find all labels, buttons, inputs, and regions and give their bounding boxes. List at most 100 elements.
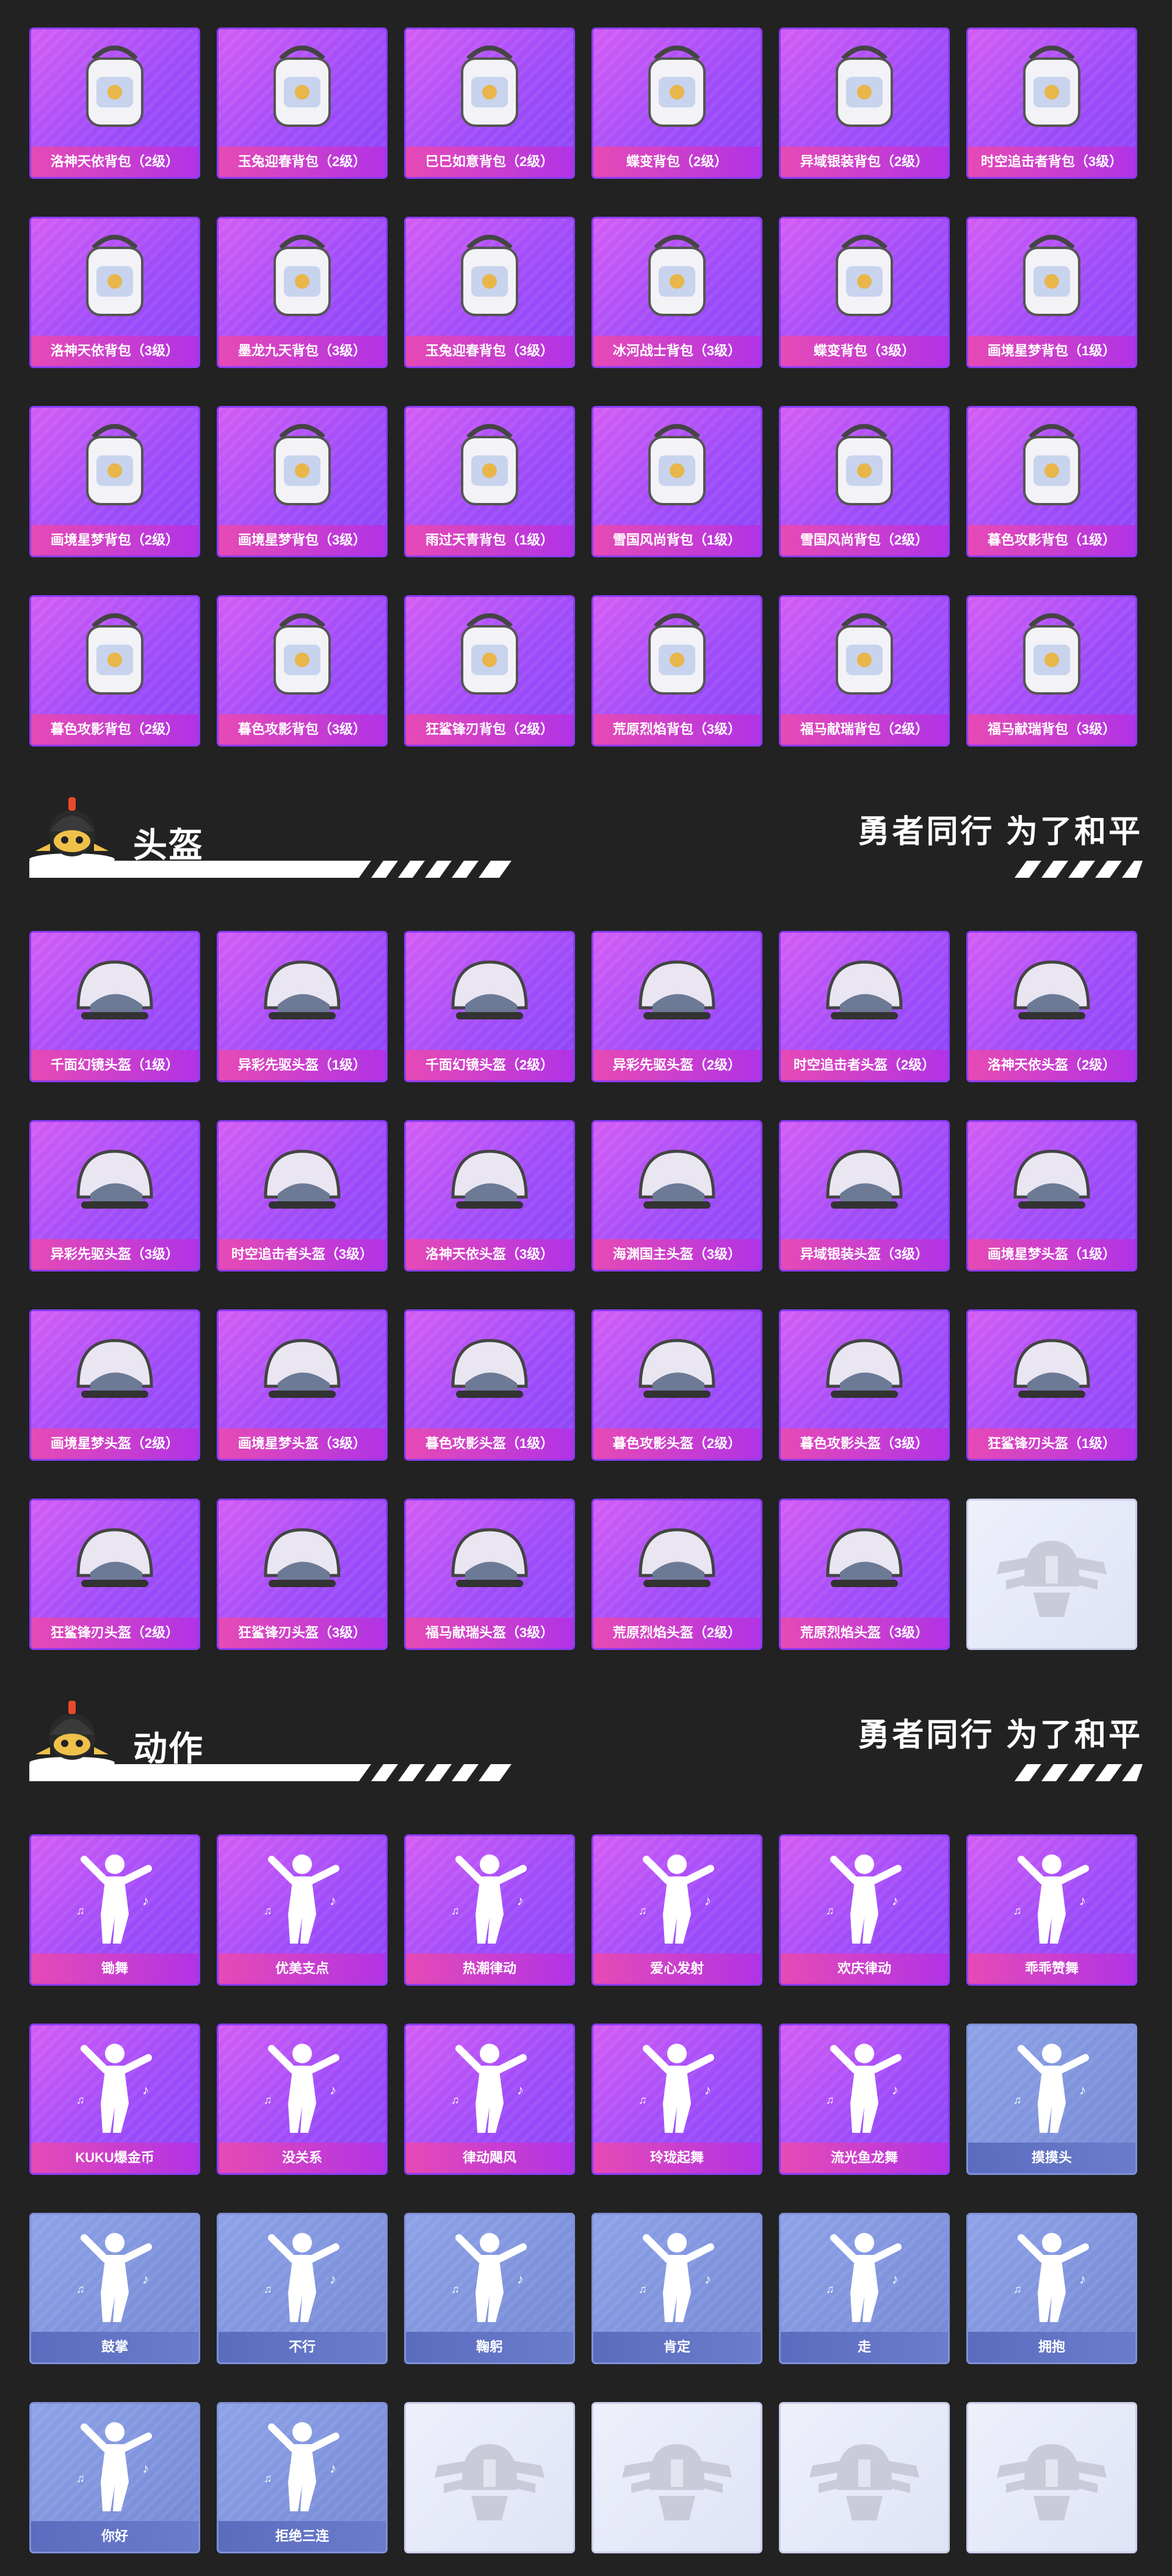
action-card[interactable]: ♪ ♫ 拥抱 [966, 2213, 1137, 2364]
helmet-card[interactable]: 狂鲨锋刃头盔（2级） [29, 1499, 200, 1650]
action-card[interactable]: ♪ ♫ 摸摸头 [966, 2024, 1137, 2175]
slogan-stripes [1015, 861, 1143, 878]
backpack-card[interactable]: 洛神天依背包（3级） [29, 217, 200, 368]
backpack-label: 福马献瑞背包（2级） [781, 714, 948, 745]
placeholder-card[interactable] [404, 2402, 575, 2553]
placeholder-card[interactable] [591, 2402, 762, 2553]
backpack-card[interactable]: 玉兔迎春背包（3级） [404, 217, 575, 368]
helmet-card[interactable]: 暮色攻影头盔（1级） [404, 1309, 575, 1461]
helmet-image [812, 1133, 916, 1231]
helmet-image [250, 1322, 354, 1420]
action-label: 爱心发射 [593, 1953, 761, 1984]
backpack-card[interactable]: 画境星梦背包（2级） [29, 406, 200, 557]
action-label: 走 [781, 2332, 948, 2362]
backpack-card[interactable]: 福马献瑞背包（2级） [779, 595, 950, 747]
backpack-label: 雪国风尚背包（1级） [593, 525, 761, 555]
action-card[interactable]: ♪ ♫ 乖乖赞舞 [966, 1834, 1137, 1986]
action-card[interactable]: ♪ ♫ 鞠躬 [404, 2213, 575, 2364]
placeholder-card[interactable] [779, 2402, 950, 2553]
helmet-card[interactable]: 时空追击者头盔（3级） [217, 1120, 388, 1272]
backpack-card[interactable]: 画境星梦背包（3级） [217, 406, 388, 557]
backpack-label: 暮色攻影背包（1级） [968, 525, 1135, 555]
backpack-card[interactable]: 雪国风尚背包（2级） [779, 406, 950, 557]
helmet-card[interactable]: 荒原烈焰头盔（2级） [591, 1499, 762, 1650]
helmet-card[interactable]: 画境星梦头盔（3级） [217, 1309, 388, 1461]
backpack-card[interactable]: 暮色攻影背包（1级） [966, 406, 1137, 557]
action-card[interactable]: ♪ ♫ 鼓掌 [29, 2213, 200, 2364]
helmet-image [63, 1511, 167, 1609]
helmet-card[interactable]: 异彩先驱头盔（1级） [217, 931, 388, 1082]
backpack-card[interactable]: 时空追击者背包（3级） [966, 27, 1137, 179]
helmet-card[interactable]: 异彩先驱头盔（2级） [591, 931, 762, 1082]
action-grid: ♪ ♫ 锄舞 ♪ ♫ 优美支点 ♪ ♫ 热潮律动 ♪ ♫ 爱心发射 ♪ ♫ 欢庆律动 ♪ ♫ 乖乖赞舞 ♪ ♫ KUKU… [29, 1834, 1138, 2553]
action-card[interactable]: ♪ ♫ 走 [779, 2213, 950, 2364]
helmet-image [812, 1511, 916, 1609]
backpack-card[interactable]: 墨龙九天背包（3级） [217, 217, 388, 368]
helmet-card[interactable]: 异彩先驱头盔（3级） [29, 1120, 200, 1272]
helmet-card[interactable]: 洛神天依头盔（3级） [404, 1120, 575, 1272]
action-card[interactable]: ♪ ♫ 玲珑起舞 [591, 2024, 762, 2175]
helmet-card[interactable]: 荒原烈焰头盔（3级） [779, 1499, 950, 1650]
backpack-label: 异域银装背包（2级） [781, 147, 948, 177]
backpack-card[interactable]: 画境星梦背包（1级） [966, 217, 1137, 368]
backpack-card[interactable]: 暮色攻影背包（2级） [29, 595, 200, 747]
backpack-card[interactable]: 玉兔迎春背包（2级） [217, 27, 388, 179]
action-card[interactable]: ♪ ♫ 热潮律动 [404, 1834, 575, 1986]
backpack-image [250, 419, 354, 516]
helmet-card[interactable]: 洛神天依头盔（2级） [966, 931, 1137, 1082]
backpack-image [438, 608, 541, 706]
action-card[interactable]: ♪ ♫ KUKU爆金币 [29, 2024, 200, 2175]
svg-text:♪: ♪ [142, 2461, 149, 2476]
helmet-card[interactable]: 狂鲨锋刃头盔（3级） [217, 1499, 388, 1650]
pubg-emblem-icon [988, 2423, 1116, 2533]
backpack-card[interactable]: 福马献瑞背包（3级） [966, 595, 1137, 747]
backpack-card[interactable]: 雨过天青背包（1级） [404, 406, 575, 557]
backpack-label: 蝶变背包（3级） [781, 336, 948, 366]
action-card[interactable]: ♪ ♫ 不行 [217, 2213, 388, 2364]
helmet-card[interactable]: 暮色攻影头盔（2级） [591, 1309, 762, 1461]
backpack-card[interactable]: 暮色攻影背包（3级） [217, 595, 388, 747]
backpack-card[interactable]: 蝶变背包（2级） [591, 27, 762, 179]
action-label: 优美支点 [219, 1953, 386, 1984]
action-card[interactable]: ♪ ♫ 拒绝三连 [217, 2402, 388, 2553]
action-card[interactable]: ♪ ♫ 锄舞 [29, 1834, 200, 1986]
helmet-card[interactable]: 时空追击者头盔（2级） [779, 931, 950, 1082]
helmet-card[interactable]: 狂鲨锋刃头盔（1级） [966, 1309, 1137, 1461]
helmet-card[interactable]: 画境星梦头盔（1级） [966, 1120, 1137, 1272]
action-image: ♪ ♫ [438, 1847, 541, 1945]
svg-text:♫: ♫ [76, 2472, 85, 2484]
svg-text:♫: ♫ [451, 2283, 460, 2295]
action-card[interactable]: ♪ ♫ 欢庆律动 [779, 1834, 950, 1986]
section-slogan: 勇者同行 为了和平 [858, 814, 1143, 850]
backpack-card[interactable]: 雪国风尚背包（1级） [591, 406, 762, 557]
backpack-card[interactable]: 蝶变背包（3级） [779, 217, 950, 368]
backpack-card[interactable]: 异域银装背包（2级） [779, 27, 950, 179]
helmet-image [250, 944, 354, 1041]
helmet-label: 画境星梦头盔（3级） [219, 1428, 386, 1459]
svg-text:♫: ♫ [76, 2283, 85, 2295]
placeholder-card[interactable] [966, 2402, 1137, 2553]
helmet-image [625, 1511, 729, 1609]
backpack-card[interactable]: 狂鲨锋刃背包（2级） [404, 595, 575, 747]
action-card[interactable]: ♪ ♫ 肯定 [591, 2213, 762, 2364]
backpack-card[interactable]: 荒原烈焰背包（3级） [591, 595, 762, 747]
helmet-card[interactable]: 暮色攻影头盔（3级） [779, 1309, 950, 1461]
action-card[interactable]: ♪ ♫ 你好 [29, 2402, 200, 2553]
action-card[interactable]: ♪ ♫ 没关系 [217, 2024, 388, 2175]
helmet-card[interactable]: 异域银装头盔（3级） [779, 1120, 950, 1272]
helmet-card[interactable]: 千面幻镜头盔（1级） [29, 931, 200, 1082]
placeholder-card[interactable] [966, 1499, 1137, 1650]
action-card[interactable]: ♪ ♫ 律动飓风 [404, 2024, 575, 2175]
action-card[interactable]: ♪ ♫ 流光鱼龙舞 [779, 2024, 950, 2175]
action-card[interactable]: ♪ ♫ 爱心发射 [591, 1834, 762, 1986]
backpack-card[interactable]: 冰河战士背包（3级） [591, 217, 762, 368]
helmet-card[interactable]: 海渊国主头盔（3级） [591, 1120, 762, 1272]
helmet-card[interactable]: 福马献瑞头盔（3级） [404, 1499, 575, 1650]
svg-text:♪: ♪ [1079, 2082, 1086, 2097]
action-card[interactable]: ♪ ♫ 优美支点 [217, 1834, 388, 1986]
backpack-card[interactable]: 洛神天依背包（2级） [29, 27, 200, 179]
svg-text:♪: ♪ [142, 2271, 149, 2287]
backpack-card[interactable]: 巳巳如意背包（2级） [404, 27, 575, 179]
helmet-card[interactable]: 千面幻镜头盔（2级） [404, 931, 575, 1082]
helmet-card[interactable]: 画境星梦头盔（2级） [29, 1309, 200, 1461]
